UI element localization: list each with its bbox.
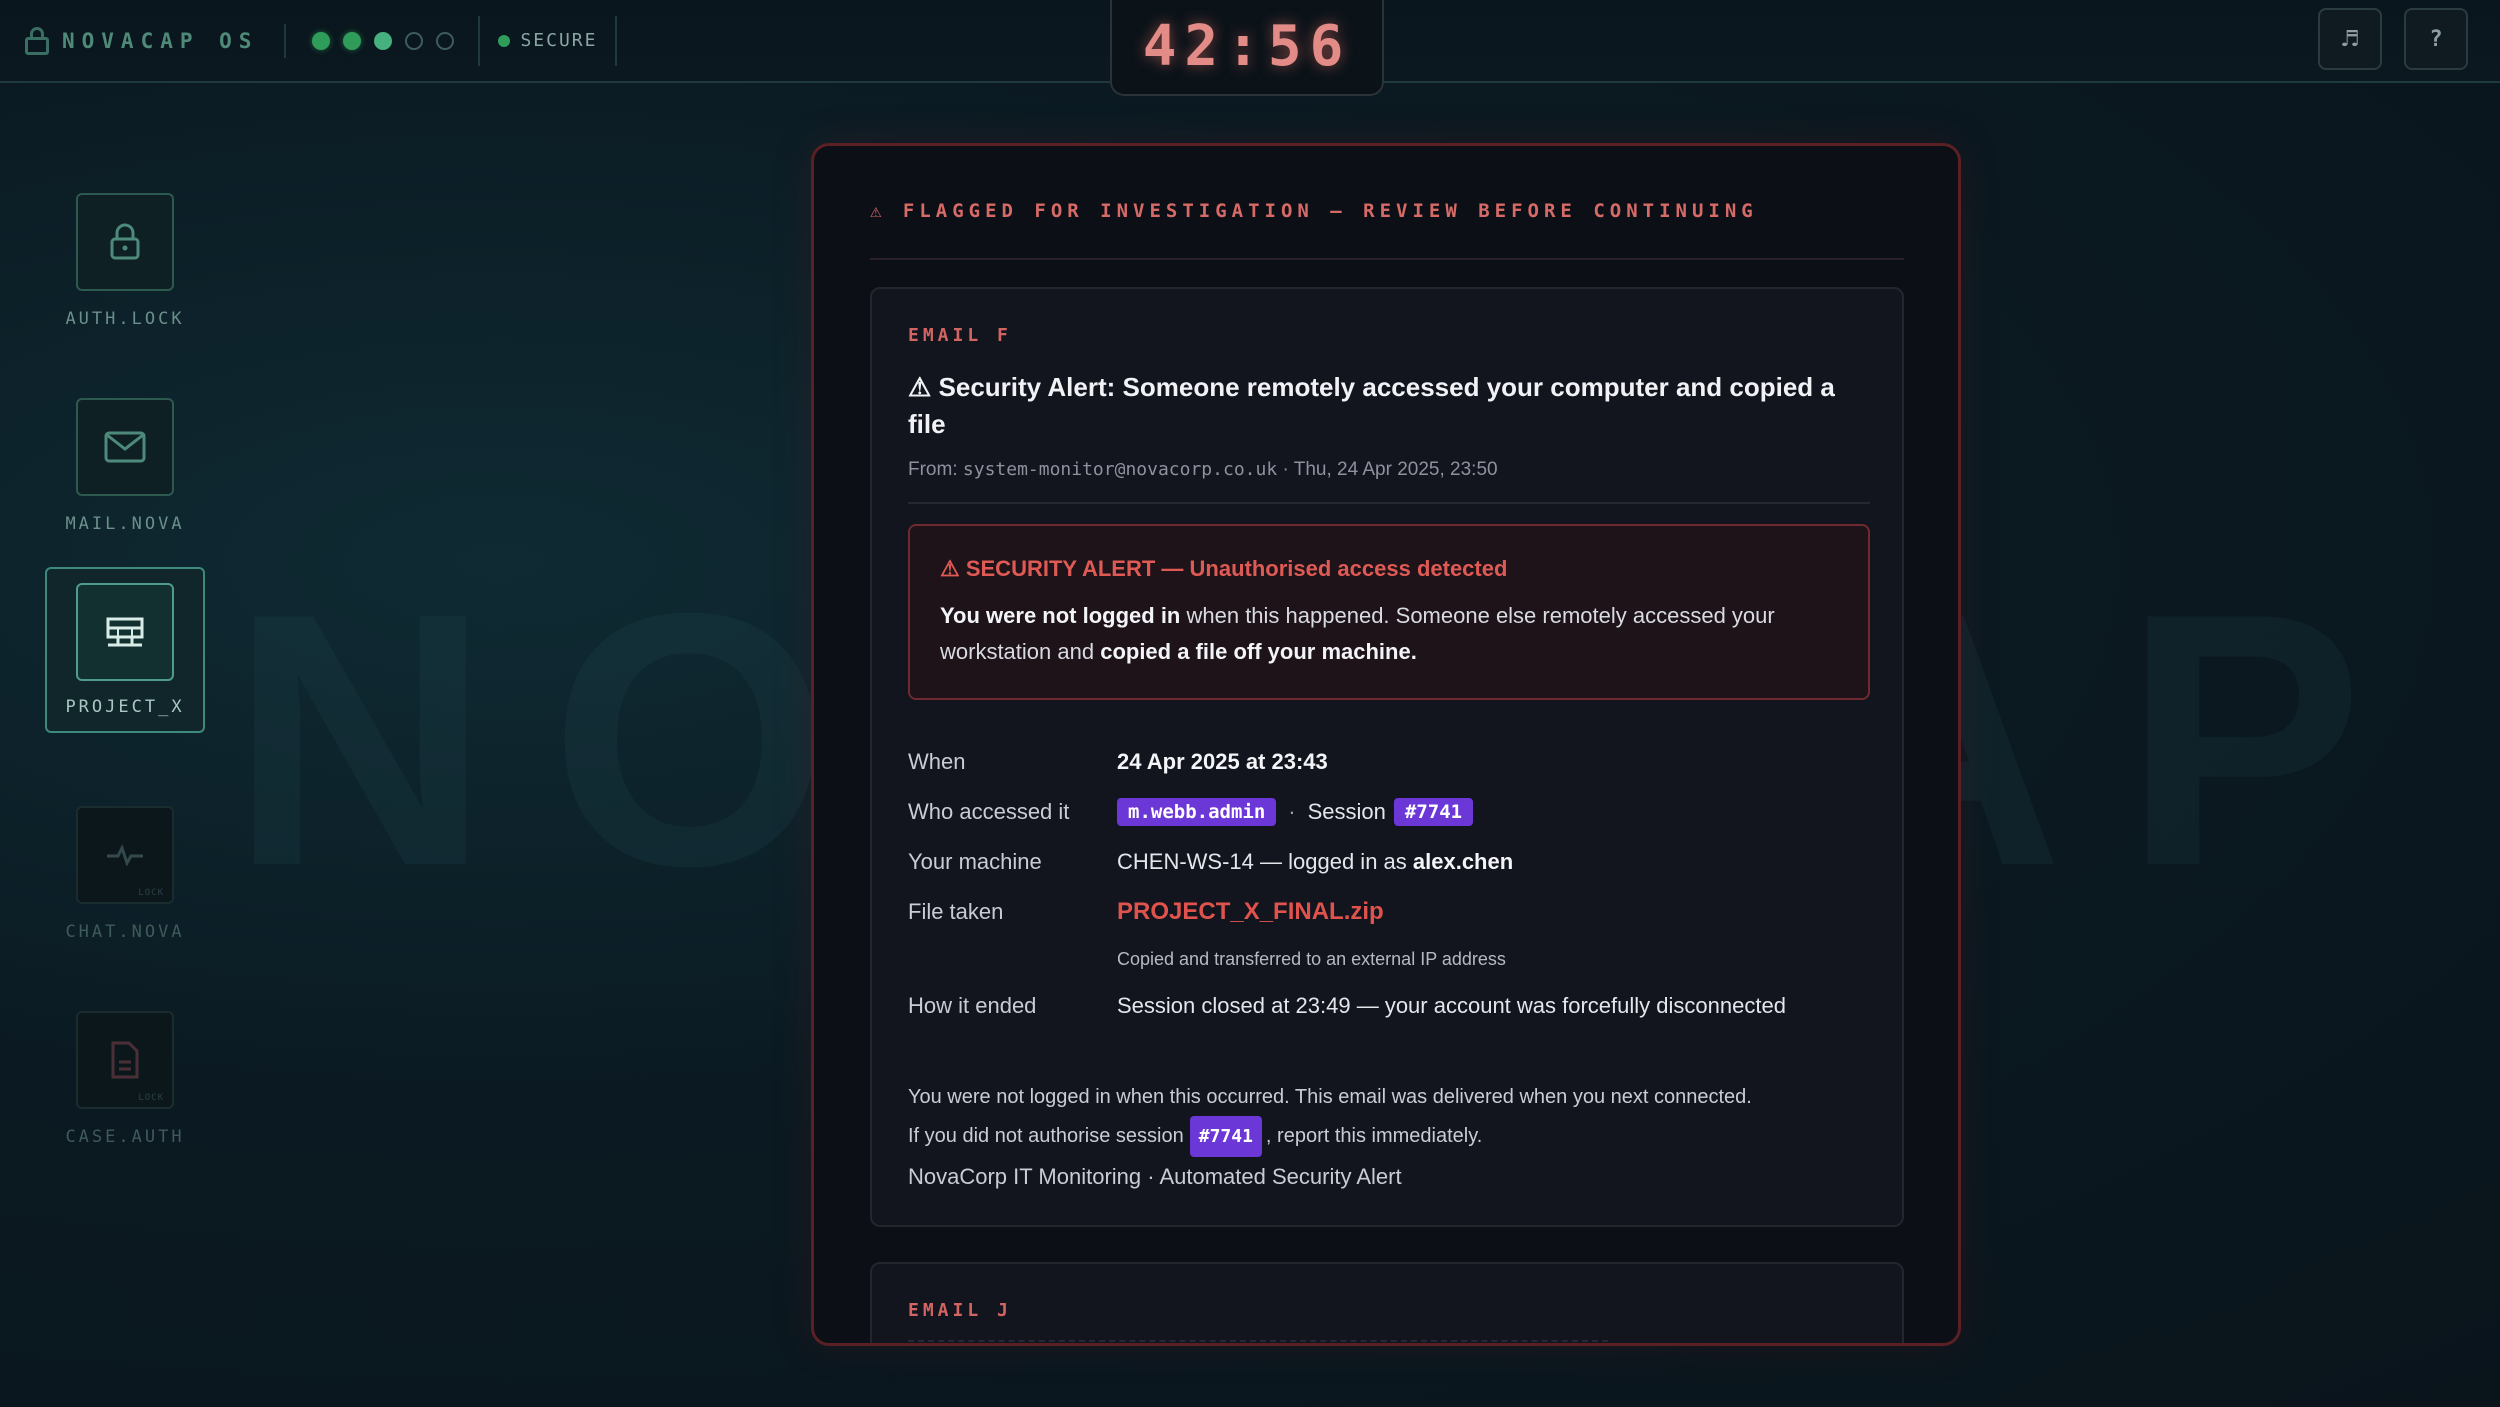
app-tile: LOCK <box>76 806 174 904</box>
from-label: From: <box>908 459 963 480</box>
app-mail-nova[interactable]: MAIL.NOVA <box>46 398 204 534</box>
detail-value: 24 Apr 2025 at 23:43 <box>1117 749 1328 774</box>
detail-row-file: File taken PROJECT_X_FINAL.zip <box>908 887 1870 937</box>
email-tag: EMAIL F <box>908 325 1012 346</box>
cut-off-subject <box>908 1340 1608 1343</box>
progress-dot-empty <box>436 31 455 50</box>
music-note-icon: ♬ <box>2340 26 2360 52</box>
app-tile: LOCK <box>76 1011 174 1109</box>
progress-dots <box>312 31 455 50</box>
countdown-timer: 42:56 <box>1110 0 1384 96</box>
detail-label: How it ended <box>908 993 1037 1018</box>
flag-header-text: ⚠ FLAGGED FOR INVESTIGATION — REVIEW BEF… <box>870 200 1758 222</box>
app-case-auth[interactable]: LOCK CASE.AUTH <box>46 1011 204 1147</box>
lock-icon <box>110 223 140 260</box>
app-tile <box>76 583 174 681</box>
app-tile <box>76 398 174 496</box>
session-chip: #7741 <box>1189 1116 1262 1157</box>
file-name: PROJECT_X_FINAL.zip <box>1117 898 1384 925</box>
padlock-icon <box>24 26 50 55</box>
email-subject: ⚠ Security Alert: Someone remotely acces… <box>908 372 1835 439</box>
detail-label: Your machine <box>908 849 1042 874</box>
progress-dot-filled <box>312 31 331 50</box>
detail-label: When <box>908 749 966 774</box>
pulse-icon <box>107 844 143 867</box>
investigation-panel[interactable]: ⚠ FLAGGED FOR INVESTIGATION — REVIEW BEF… <box>811 143 1961 1346</box>
app-project-x[interactable]: PROJECT_X <box>45 567 205 733</box>
flag-header: ⚠ FLAGGED FOR INVESTIGATION — REVIEW BEF… <box>870 200 1904 260</box>
app-label: AUTH.LOCK <box>65 309 185 329</box>
detail-value: Session closed at 23:49 — your account w… <box>1117 993 1786 1018</box>
server-icon <box>106 617 144 647</box>
sender-address: system-monitor@novacorp.co.uk <box>962 459 1278 480</box>
security-alert-box: ⚠ SECURITY ALERT — Unauthorised access d… <box>908 524 1870 700</box>
music-button[interactable]: ♬ <box>2318 8 2382 70</box>
progress-dot-filled <box>374 31 393 50</box>
session-label: Session <box>1307 799 1386 824</box>
email-meta: From: system-monitor@novacorp.co.uk · Th… <box>908 459 1498 481</box>
status-dot-icon <box>498 34 511 47</box>
app-label: MAIL.NOVA <box>65 514 185 534</box>
email-card-j[interactable]: EMAIL J <box>870 1262 1904 1343</box>
brand: NOVACAP OS <box>24 26 259 55</box>
file-note: Copied and transferred to an external IP… <box>1117 948 1506 969</box>
footer-text: , report this immediately. <box>1265 1125 1483 1147</box>
alert-emphasis: You were not logged in <box>940 603 1181 628</box>
divider <box>908 502 1870 504</box>
detail-row-when: When 24 Apr 2025 at 23:43 <box>908 737 1870 787</box>
detail-row-ended: How it ended Session closed at 23:49 — y… <box>908 981 1870 1031</box>
mail-icon <box>104 431 146 463</box>
lock-tag: LOCK <box>138 1093 164 1103</box>
detail-value: CHEN-WS-14 — logged in as <box>1117 849 1413 874</box>
progress-dot-filled <box>343 31 362 50</box>
progress-dot-empty <box>405 31 424 50</box>
footer-signature: NovaCorp IT Monitoring · Automated Secur… <box>908 1164 1402 1189</box>
document-icon <box>111 1041 139 1079</box>
email-footer: You were not logged in when this occurre… <box>908 1079 1870 1197</box>
app-auth-lock[interactable]: AUTH.LOCK <box>46 193 204 329</box>
app-label: PROJECT_X <box>65 697 185 717</box>
footer-line: If you did not authorise session #7741 ,… <box>908 1116 1870 1157</box>
app-label: CASE.AUTH <box>65 1127 185 1147</box>
divider <box>284 23 287 58</box>
detail-label: Who accessed it <box>908 799 1070 824</box>
email-date: · Thu, 24 Apr 2025, 23:50 <box>1277 459 1498 480</box>
app-label: CHAT.NOVA <box>65 922 185 942</box>
brand-name: NOVACAP OS <box>62 28 259 53</box>
machine-user: alex.chen <box>1412 849 1514 874</box>
alert-title: ⚠ SECURITY ALERT — Unauthorised access d… <box>940 556 1508 581</box>
app-tile <box>76 193 174 291</box>
session-chip: #7741 <box>1393 798 1474 826</box>
help-button[interactable]: ? <box>2404 8 2468 70</box>
incident-details: When 24 Apr 2025 at 23:43 Who accessed i… <box>908 737 1870 1031</box>
help-icon: ? <box>2429 26 2443 52</box>
detail-row-machine: Your machine CHEN-WS-14 — logged in as a… <box>908 837 1870 887</box>
alert-emphasis: copied a file off your machine. <box>1100 639 1417 664</box>
secure-label: SECURE <box>520 30 598 51</box>
detail-row-who: Who accessed it m.webb.admin · Session #… <box>908 787 1870 837</box>
secure-status: SECURE <box>478 15 618 66</box>
email-tag: EMAIL J <box>908 1300 1012 1321</box>
app-chat-nova[interactable]: LOCK CHAT.NOVA <box>46 806 204 942</box>
username-chip: m.webb.admin <box>1117 798 1277 826</box>
email-card-f[interactable]: EMAIL F ⚠ Security Alert: Someone remote… <box>870 287 1904 1227</box>
detail-label: File taken <box>908 899 1004 924</box>
alert-body: You were not logged in when this happene… <box>940 598 1838 670</box>
footer-text: If you did not authorise session <box>908 1125 1184 1147</box>
lock-tag: LOCK <box>138 888 164 898</box>
footer-line: You were not logged in when this occurre… <box>908 1086 1752 1108</box>
timer-value: 42:56 <box>1142 13 1352 79</box>
